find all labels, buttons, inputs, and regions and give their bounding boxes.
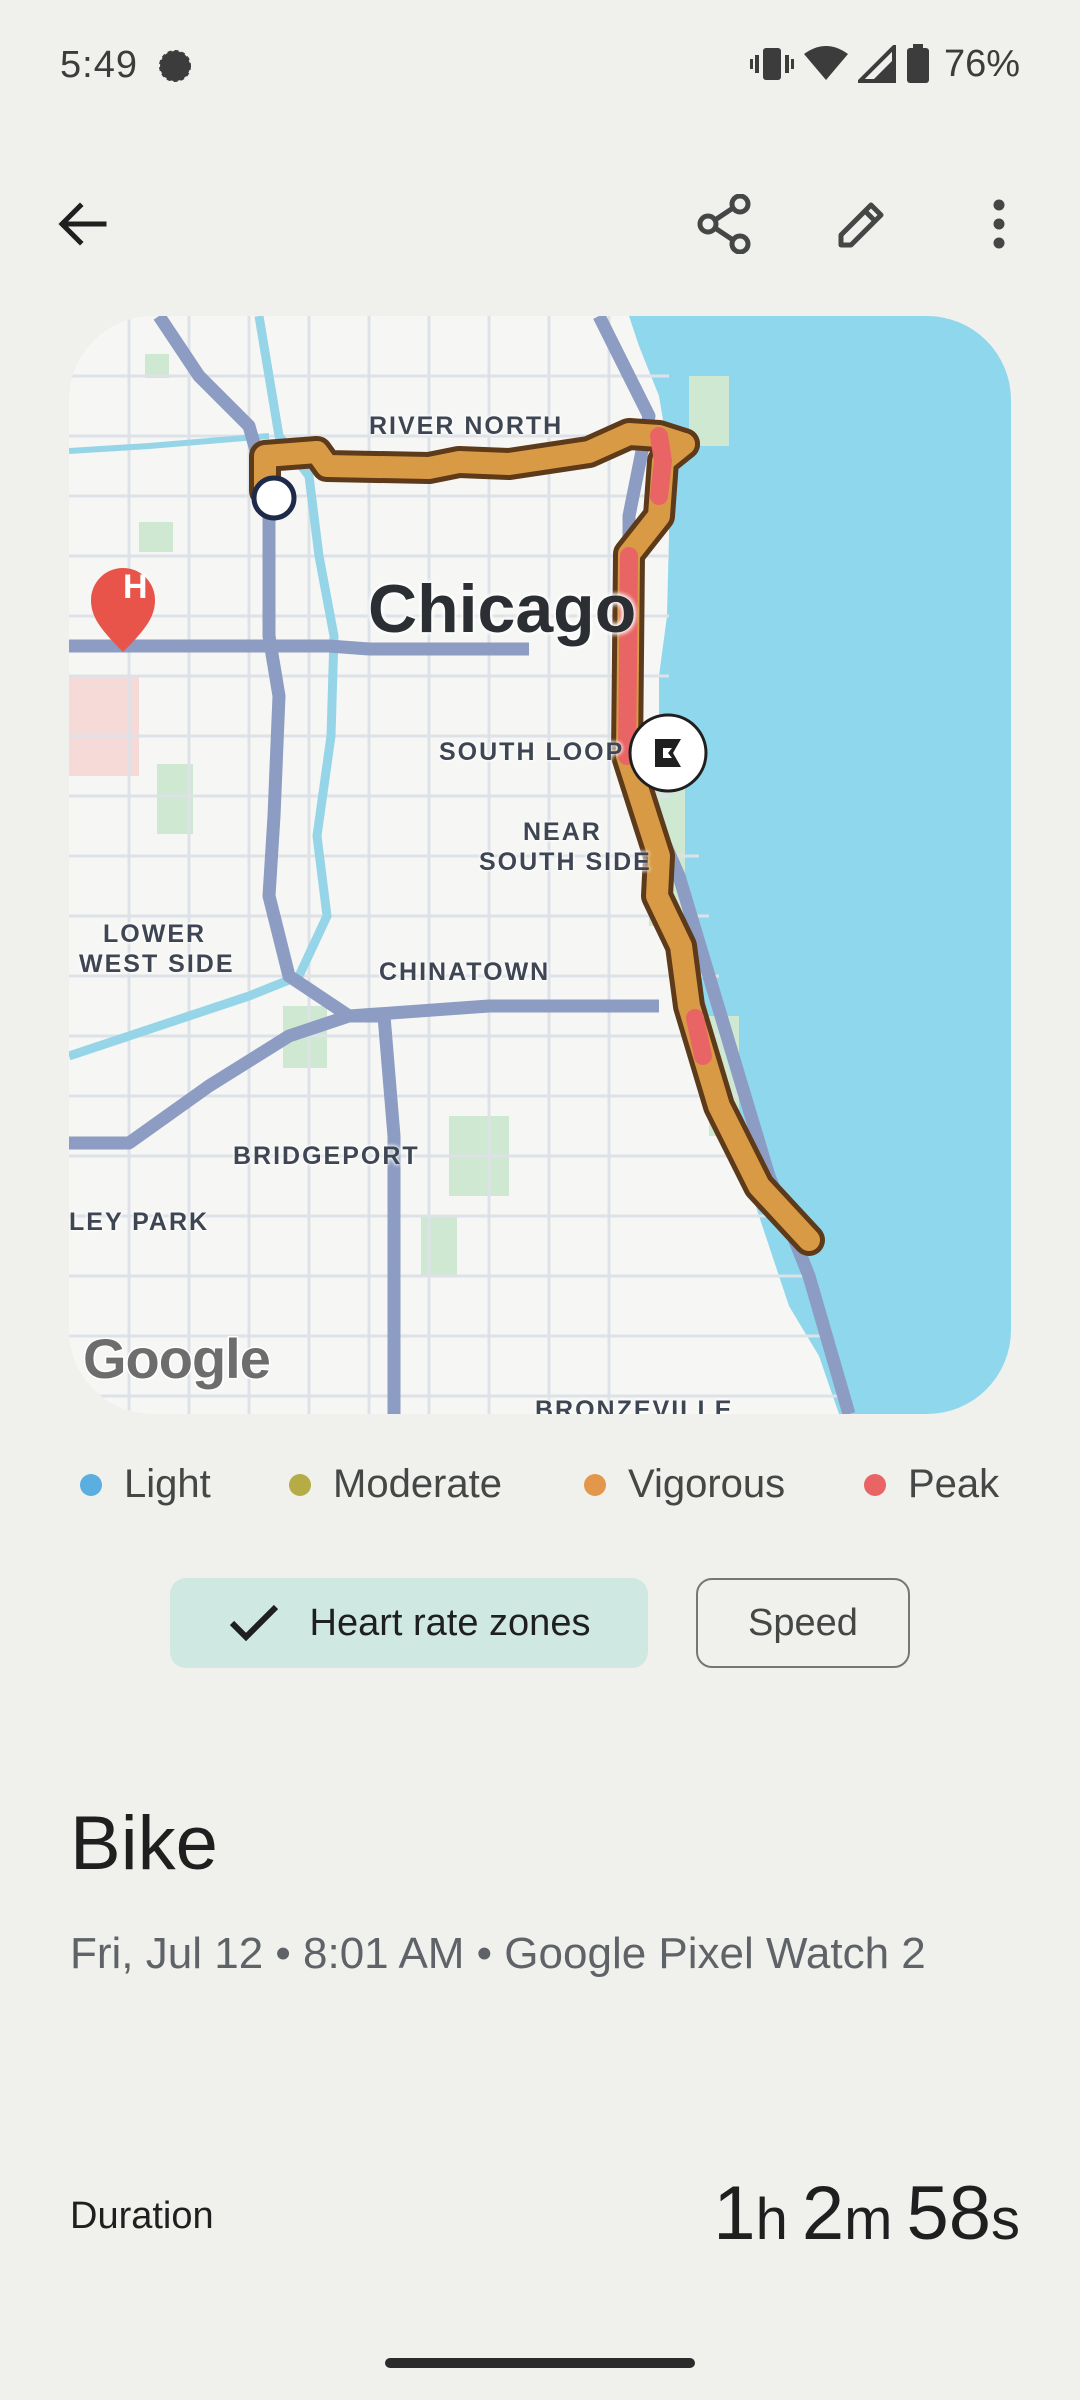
label-lower-west-side-line1: LOWER [103,920,207,948]
label-chinatown: CHINATOWN [379,958,551,986]
back-button[interactable] [38,180,126,268]
top-app-bar [0,180,1080,270]
label-near-south-side-line2: SOUTH SIDE [479,848,652,876]
speed-chip[interactable]: Speed [696,1578,910,1668]
back-arrow-icon [58,202,107,246]
home-indicator[interactable] [385,2358,695,2368]
speed-label: Speed [748,1601,858,1644]
wifi-icon [803,46,848,80]
route-map[interactable]: H RIVER NORTH Chicago SOUTH LOOP NEAR SO… [69,316,1011,1414]
activity-title: Bike [70,1801,218,1886]
share-button[interactable] [680,180,768,268]
label-south-loop: SOUTH LOOP [439,738,625,766]
legend-item-light: Light [80,1462,211,1507]
legend-item-vigorous: Vigorous [584,1462,785,1507]
duration-seconds: 58 [906,2171,991,2256]
label-mckinley-park: LEY PARK [69,1208,210,1236]
label-bridgeport: BRIDGEPORT [233,1142,420,1170]
signal-icon [857,45,896,83]
status-time: 5:49 [60,44,138,86]
legend-dot-moderate [289,1473,311,1496]
battery-icon [906,44,929,83]
duration-hours: 1 [713,2171,756,2256]
checkmark-icon [229,1604,278,1642]
more-vert-icon [993,199,1005,249]
heart-rate-legend: Light Moderate Vigorous Peak [0,1462,1080,1522]
legend-dot-vigorous [584,1473,606,1496]
share-icon [697,194,751,254]
legend-label-light: Light [124,1462,211,1506]
duration-value: 1h 2m 58s [713,2170,1020,2257]
legend-label-moderate: Moderate [333,1462,502,1506]
legend-label-vigorous: Vigorous [628,1462,786,1506]
heart-rate-zones-label: Heart rate zones [309,1601,591,1644]
label-river-north: RIVER NORTH [369,412,564,440]
battery-percent: 76% [943,42,1020,85]
vibrate-icon [749,48,794,80]
map-city-label: Chicago [368,571,637,647]
duration-label: Duration [70,2195,214,2237]
duration-hours-unit: h [755,2187,788,2252]
legend-dot-peak [864,1473,886,1496]
edit-icon [838,202,884,248]
status-bar: 5:49 76% [0,0,1080,132]
label-near-south-side-line1: NEAR [523,818,602,846]
more-options-button[interactable] [955,180,1043,268]
legend-item-moderate: Moderate [289,1462,502,1507]
hospital-marker[interactable]: H [123,568,148,607]
duration-minutes: 2 [801,2171,845,2256]
label-bronzeville: BRONZEVILLE [535,1396,734,1414]
legend-label-peak: Peak [908,1462,1000,1506]
notification-icon [159,50,191,82]
activity-subtitle: Fri, Jul 12 • 8:01 AM • Google Pixel Wat… [70,1929,926,1978]
heart-rate-zones-chip[interactable]: Heart rate zones [170,1578,648,1668]
status-icons: 76% [749,42,1020,86]
google-attribution: Google [82,1326,273,1392]
label-lower-west-side-line2: WEST SIDE [79,950,235,978]
legend-dot-light [80,1473,102,1496]
duration-minutes-unit: m [844,2187,893,2252]
edit-button[interactable] [818,180,906,268]
duration-seconds-unit: s [991,2187,1020,2252]
legend-item-peak: Peak [864,1462,999,1507]
